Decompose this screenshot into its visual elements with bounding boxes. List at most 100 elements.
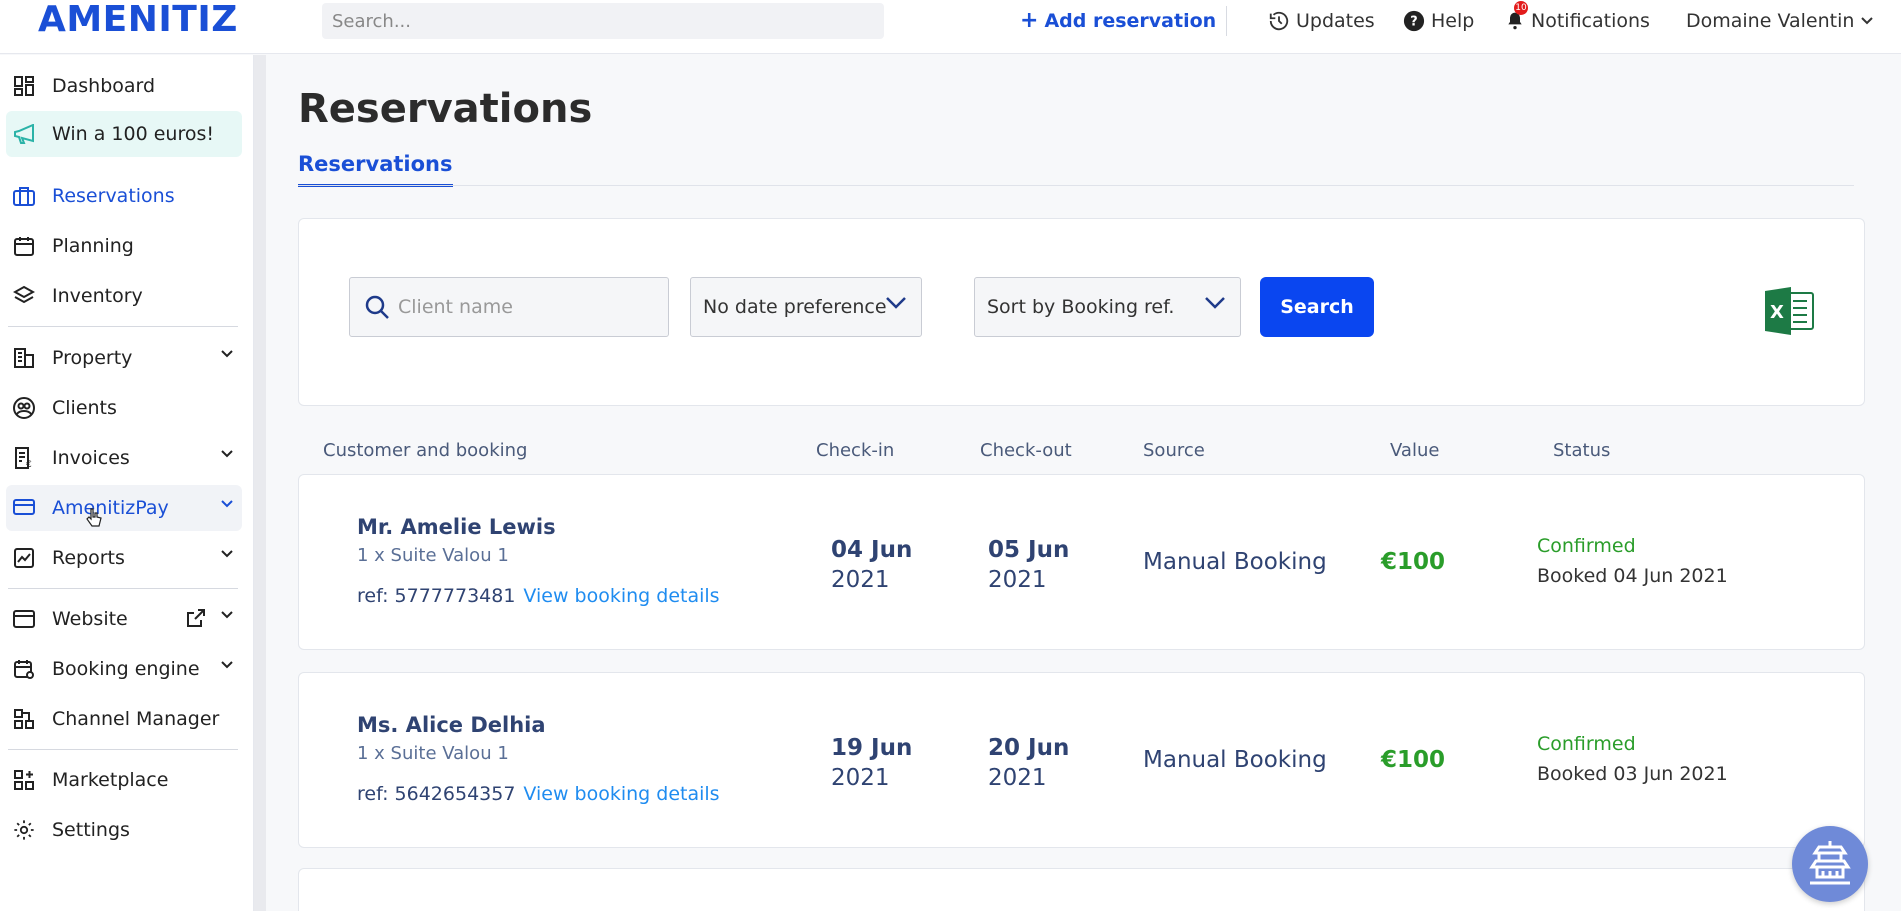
users-icon (12, 396, 36, 420)
user-menu[interactable]: Domaine Valentin (1686, 6, 1874, 36)
browser-icon (12, 607, 36, 631)
sidebar-item-reservations[interactable]: Reservations (6, 173, 242, 219)
reservation-row[interactable] (298, 868, 1865, 911)
sidebar-item-marketplace[interactable]: Marketplace (6, 757, 242, 803)
reservation-row[interactable]: Mr. Amelie Lewis 1 x Suite Valou 1 ref: … (298, 474, 1865, 650)
sidebar-item-reports[interactable]: Reports (6, 535, 242, 581)
date-preference-select[interactable]: No date preference (690, 277, 922, 337)
customer-name[interactable]: Mr. Amelie Lewis (357, 515, 556, 539)
sidebar-item-label: Reservations (52, 185, 175, 207)
updates-button[interactable]: Updates (1268, 6, 1375, 36)
sidebar-item-dashboard[interactable]: Dashboard (6, 63, 242, 109)
booking-ref-value: ref: 5777773481 (357, 585, 516, 607)
chevron-down-icon (221, 550, 233, 558)
sidebar-item-channel-manager[interactable]: Channel Manager (6, 696, 242, 742)
notifications-badge: 10 (1514, 1, 1528, 15)
client-search-field (349, 277, 669, 337)
search-button[interactable]: Search (1260, 277, 1374, 337)
check-out-year: 2021 (988, 765, 1047, 791)
sort-select[interactable]: Sort by Booking ref. (974, 277, 1241, 337)
view-booking-details-link[interactable]: View booking details (523, 585, 719, 607)
column-header: Check-in (816, 440, 895, 461)
sidebar-item-invoices[interactable]: € Invoices (6, 435, 242, 481)
date-preference-value: No date preference (703, 296, 887, 318)
notifications-label: Notifications (1531, 10, 1650, 32)
column-header: Customer and booking (323, 440, 528, 461)
customer-name[interactable]: Ms. Alice Delhia (357, 713, 546, 737)
chevron-down-icon (221, 661, 233, 669)
booked-date: Booked 04 Jun 2021 (1537, 565, 1728, 587)
status-badge: Confirmed (1537, 733, 1636, 755)
grid-plus-icon (12, 768, 36, 792)
sidebar-item-promo[interactable]: Win a 100 euros! (6, 111, 242, 157)
check-out-date: 20 Jun 2021 (988, 733, 1069, 793)
chevron-down-icon (1861, 17, 1874, 25)
reservation-row[interactable]: Ms. Alice Delhia 1 x Suite Valou 1 ref: … (298, 672, 1865, 848)
booking-source: Manual Booking (1143, 747, 1327, 773)
chat-widget-button[interactable] (1792, 826, 1868, 902)
sidebar-item-clients[interactable]: Clients (6, 385, 242, 431)
check-out-day: 20 Jun (988, 735, 1070, 761)
sidebar-item-inventory[interactable]: Inventory (6, 273, 242, 319)
view-booking-details-link[interactable]: View booking details (523, 783, 719, 805)
svg-text:?: ? (1410, 15, 1417, 30)
logo[interactable]: AMENITIZ (38, 0, 238, 40)
chevron-down-icon (221, 450, 233, 458)
room-summary: 1 x Suite Valou 1 (357, 743, 509, 764)
megaphone-icon (12, 122, 36, 146)
global-search-input[interactable] (322, 3, 884, 39)
booking-ref-value: ref: 5642654357 (357, 783, 516, 805)
svg-text:€: € (26, 460, 32, 469)
chevron-down-icon (1205, 297, 1225, 309)
check-in-date: 04 Jun 2021 (831, 535, 912, 595)
sidebar-item-planning[interactable]: Planning (6, 223, 242, 269)
check-in-year: 2021 (831, 567, 890, 593)
card-icon (12, 496, 36, 520)
sidebar: Dashboard Win a 100 euros! Reservations … (0, 55, 254, 911)
user-name: Domaine Valentin (1686, 10, 1855, 32)
sidebar-item-label: Website (52, 608, 128, 630)
building-icon (12, 346, 36, 370)
search-icon (365, 295, 389, 319)
sidebar-item-label: Settings (52, 819, 130, 841)
add-reservation-button[interactable]: + Add reservation (1020, 6, 1216, 36)
chevron-down-icon (221, 500, 233, 508)
sidebar-item-label: Inventory (52, 285, 143, 307)
sidebar-scrollbar[interactable] (254, 55, 266, 911)
external-link-icon[interactable] (186, 608, 206, 628)
chevron-down-icon (221, 350, 233, 358)
hand-cursor-icon (86, 508, 102, 527)
sidebar-item-label: Dashboard (52, 75, 156, 97)
sidebar-item-label: Channel Manager (52, 708, 220, 730)
tab-divider (298, 185, 1854, 186)
sidebar-divider (8, 588, 238, 589)
booking-ref: ref: 5642654357 View booking details (357, 783, 720, 805)
column-header: Status (1553, 440, 1611, 461)
history-icon (1269, 11, 1289, 31)
column-header: Value (1390, 440, 1440, 461)
tab-reservations[interactable]: Reservations (298, 152, 453, 187)
sidebar-item-label: Invoices (52, 447, 130, 469)
plus-icon: + (1020, 8, 1039, 33)
sidebar-item-label: Marketplace (52, 769, 169, 791)
sidebar-item-website[interactable]: Website (6, 596, 242, 642)
check-in-day: 19 Jun (831, 735, 913, 761)
sidebar-item-settings[interactable]: Settings (6, 807, 242, 853)
column-header: Check-out (980, 440, 1072, 461)
check-out-day: 05 Jun (988, 537, 1070, 563)
client-name-input[interactable] (398, 278, 658, 336)
sidebar-item-label: Property (52, 347, 133, 369)
sidebar-item-label: Planning (52, 235, 134, 257)
excel-export-icon[interactable]: X (1763, 287, 1815, 335)
sidebar-item-property[interactable]: Property (6, 335, 242, 381)
sort-value: Sort by Booking ref. (987, 296, 1175, 318)
chevron-down-icon (221, 611, 233, 619)
sidebar-item-label: AmenitizPay (52, 497, 169, 519)
sidebar-item-label: Win a 100 euros! (52, 123, 214, 145)
calendar-icon (12, 234, 36, 258)
check-in-date: 19 Jun 2021 (831, 733, 912, 793)
booking-ref: ref: 5777773481 View booking details (357, 585, 720, 607)
sidebar-item-amenitizpay[interactable]: AmenitizPay (6, 485, 242, 531)
help-button[interactable]: ? Help (1403, 6, 1474, 36)
sidebar-item-booking-engine[interactable]: Booking engine (6, 646, 242, 692)
